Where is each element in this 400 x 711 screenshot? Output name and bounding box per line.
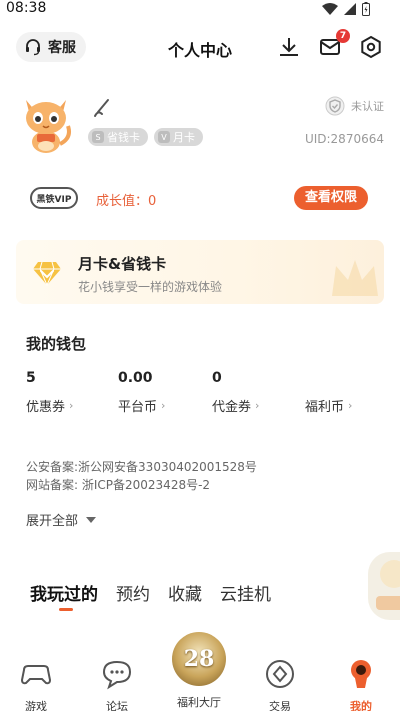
- diamond-icon: S: [92, 131, 104, 143]
- tab-reserved[interactable]: 预约: [116, 580, 150, 605]
- chevron-right-icon: ›: [161, 399, 166, 412]
- gamepad-icon: [20, 665, 52, 685]
- message-button[interactable]: 7: [318, 29, 350, 59]
- trade-coin-icon: [266, 660, 294, 688]
- nav-label: 交易: [269, 700, 291, 711]
- message-badge: 7: [336, 29, 350, 43]
- nav-trade[interactable]: 交易: [250, 650, 310, 711]
- card-banner-subtitle: 花小钱享受一样的游戏体验: [78, 280, 223, 294]
- card-banner[interactable]: 月卡&省钱卡 花小钱享受一样的游戏体验: [16, 240, 384, 304]
- nav-label: 游戏: [25, 700, 47, 711]
- avatar[interactable]: [18, 94, 76, 154]
- expand-all-button[interactable]: 展开全部: [26, 510, 97, 529]
- verify-status[interactable]: 未认证: [325, 96, 384, 116]
- nav-games[interactable]: 游戏: [6, 650, 66, 711]
- header: 客服 个人中心 7: [0, 28, 400, 68]
- monthly-card-tag[interactable]: V 月卡: [154, 128, 203, 146]
- tag-label: 月卡: [173, 131, 195, 144]
- wallet-title: 我的钱包: [26, 335, 87, 353]
- signal-icon: [344, 3, 356, 15]
- wallet-value: 0.00: [118, 370, 153, 386]
- nav-mine[interactable]: 我的: [331, 650, 391, 711]
- wallet-value: [305, 370, 352, 390]
- diamond-icon: V: [158, 131, 170, 143]
- floating-welfare-widget[interactable]: [368, 552, 400, 620]
- expand-label: 展开全部: [26, 514, 79, 529]
- nav-forum[interactable]: 论坛: [87, 650, 147, 711]
- wifi-icon: [322, 3, 338, 15]
- gift-icon: [376, 560, 400, 610]
- status-bar: 08:38: [0, 0, 400, 18]
- battery-icon: [362, 2, 370, 16]
- content-tabs: 我玩过的 预约 收藏 云挂机: [30, 580, 271, 611]
- chevron-right-icon: ›: [348, 399, 353, 412]
- caret-down-icon: [86, 516, 97, 523]
- wallet-label: 优惠券: [26, 400, 66, 415]
- icp-info: 公安备案:浙公网安备33030402001528号 网站备案: 浙ICP备200…: [26, 458, 257, 494]
- verify-label: 未认证: [351, 100, 384, 113]
- nav-label: 福利大厅: [177, 696, 221, 709]
- wallet-label: 代金券: [212, 400, 252, 415]
- tab-cloud-idle[interactable]: 云挂机: [220, 580, 271, 605]
- edit-nickname-icon[interactable]: [92, 98, 114, 118]
- profile-section: S 省钱卡 V 月卡 未认证 UID:2870664: [0, 88, 400, 158]
- chat-bubble-icon: [102, 660, 132, 690]
- vip-level-logo: 黑铁VIP: [30, 187, 78, 209]
- nav-label: 我的: [350, 700, 372, 711]
- verify-check-icon: [325, 96, 345, 116]
- wallet-item-welfare-coin[interactable]: 福利币 ›: [305, 370, 352, 415]
- saving-card-tag[interactable]: S 省钱卡: [88, 128, 148, 146]
- crown-icon: [332, 260, 378, 296]
- wallet-value: 5: [26, 370, 36, 386]
- settings-icon[interactable]: [359, 35, 383, 59]
- website-record: 网站备案: 浙ICP备20023428号-2: [26, 478, 211, 492]
- status-icons: [322, 2, 370, 16]
- diamond-icon: [33, 261, 61, 286]
- chevron-right-icon: ›: [69, 399, 74, 412]
- nav-label: 论坛: [106, 700, 128, 711]
- tab-favorites[interactable]: 收藏: [168, 580, 202, 605]
- wallet-item-coupon[interactable]: 5 优惠券 ›: [26, 370, 73, 415]
- uid-label: UID:2870664: [304, 132, 384, 146]
- vip-row: 黑铁VIP 成长值：0 查看权限: [0, 184, 400, 214]
- card-banner-title: 月卡&省钱卡: [78, 255, 167, 273]
- view-rights-button[interactable]: 查看权限: [294, 186, 368, 210]
- welfare-hall-badge[interactable]: 28: [172, 632, 226, 686]
- wallet-item-voucher[interactable]: 0 代金券 ›: [212, 370, 259, 415]
- growth-value: 成长值：0: [96, 194, 157, 209]
- chevron-right-icon: ›: [255, 399, 260, 412]
- tag-label: 省钱卡: [107, 131, 140, 144]
- download-icon[interactable]: [277, 35, 301, 59]
- wallet-item-platform-coin[interactable]: 0.00 平台币 ›: [118, 370, 165, 415]
- card-tags: S 省钱卡 V 月卡: [88, 128, 203, 146]
- tab-played[interactable]: 我玩过的: [30, 580, 98, 611]
- wallet-value: 0: [212, 370, 222, 386]
- status-time: 08:38: [6, 0, 47, 16]
- wallet-label: 福利币: [305, 400, 345, 415]
- public-security-record: 公安备案:浙公网安备33030402001528号: [26, 460, 257, 474]
- user-icon: [351, 660, 371, 688]
- wallet-label: 平台币: [118, 400, 158, 415]
